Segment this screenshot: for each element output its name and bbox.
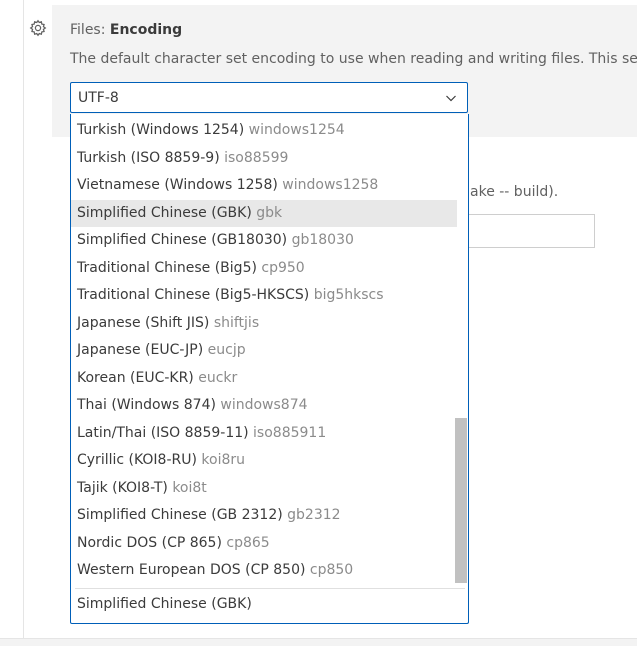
option-label: Cyrillic (KOI8-RU): [77, 452, 202, 468]
dropdown-footer-selected: Simplified Chinese (GBK): [77, 596, 252, 612]
editor-left-border: [23, 0, 24, 645]
option-code: koi8t: [172, 479, 207, 496]
dropdown-scrollbar-thumb[interactable]: [455, 418, 467, 583]
dropdown-option[interactable]: Thai (Windows 874) windows874: [71, 392, 457, 420]
option-code: iso885911: [253, 424, 327, 441]
option-code: cp950: [261, 259, 305, 276]
dropdown-option[interactable]: Turkish (Windows 1254) windows1254: [71, 117, 457, 145]
background-setting-input[interactable]: [466, 214, 595, 248]
option-code: euckr: [198, 369, 238, 386]
option-code: gbk: [256, 204, 283, 221]
option-label: Vietnamese (Windows 1258): [77, 177, 283, 193]
option-code: shiftjis: [213, 314, 260, 331]
setting-description: The default character set encoding to us…: [70, 51, 637, 67]
encoding-select[interactable]: UTF-8: [70, 82, 468, 113]
chevron-down-icon: [446, 95, 456, 102]
setting-title: Files: Encoding: [70, 22, 182, 38]
option-code: windows1254: [248, 122, 345, 138]
dropdown-option[interactable]: Simplified Chinese (GBK) gbk: [71, 199, 457, 227]
option-code: gb2312: [287, 507, 341, 523]
gear-icon[interactable]: [29, 19, 47, 37]
option-label: Traditional Chinese (Big5-HKSCS): [77, 287, 314, 303]
option-list: Turkish (Windows 1254) windows1254 Turkis…: [71, 117, 457, 585]
dropdown-option[interactable]: Traditional Chinese (Big5-HKSCS) big5hks…: [71, 282, 457, 310]
dropdown-option[interactable]: Nordic DOS (CP 865) cp865: [71, 530, 457, 558]
option-label: Tajik (KOI8-T): [77, 479, 173, 496]
option-code: iso88599: [224, 149, 289, 166]
dropdown-option[interactable]: Tajik (KOI8-T) koi8t: [71, 475, 457, 503]
option-label: Simplified Chinese (GB18030): [77, 232, 292, 248]
option-code: big5hkscs: [313, 287, 384, 303]
setting-category: Files:: [70, 22, 110, 38]
setting-name: Encoding: [109, 22, 183, 38]
dropdown-footer-divider: [75, 588, 465, 589]
dropdown-option[interactable]: Japanese (EUC-JP) eucjp: [71, 337, 457, 365]
dropdown-option[interactable]: Western European DOS (CP 850) cp850: [71, 557, 457, 585]
option-code: cp865: [226, 534, 270, 551]
option-label: Japanese (EUC-JP): [77, 342, 208, 358]
option-code: koi8ru: [201, 452, 246, 468]
option-label: Latin/Thai (ISO 8859-11): [77, 424, 254, 441]
dropdown-option[interactable]: Vietnamese (Windows 1258) windows1258: [71, 172, 457, 200]
option-label: Simplified Chinese (GBK): [77, 204, 257, 221]
option-label: Traditional Chinese (Big5): [77, 259, 262, 276]
option-code: eucjp: [207, 342, 246, 358]
dropdown-option[interactable]: Simplified Chinese (GB 2312) gb2312: [71, 502, 457, 530]
option-label: Nordic DOS (CP 865): [77, 534, 227, 551]
option-label: Thai (Windows 874): [77, 397, 221, 413]
option-label: Western European DOS (CP 850): [77, 562, 310, 578]
dropdown-option[interactable]: Traditional Chinese (Big5) cp950: [71, 255, 457, 283]
option-label: Turkish (ISO 8859-9): [77, 149, 225, 166]
dropdown-option[interactable]: Simplified Chinese (GB18030) gb18030: [71, 227, 457, 255]
option-label: Turkish (Windows 1254): [77, 122, 249, 138]
option-code: windows874: [220, 397, 308, 413]
dropdown-option[interactable]: Turkish (ISO 8859-9) iso88599: [71, 145, 457, 173]
option-code: cp850: [309, 562, 354, 578]
encoding-dropdown-list: Turkish (Windows 1254) windows1254 Turkis…: [70, 114, 469, 624]
dropdown-option[interactable]: Japanese (Shift JIS) shiftjis: [71, 310, 457, 338]
dropdown-option[interactable]: Cyrillic (KOI8-RU) koi8ru: [71, 447, 457, 475]
dropdown-option[interactable]: Korean (EUC-KR) euckr: [71, 365, 457, 393]
option-label: Simplified Chinese (GB 2312): [77, 507, 288, 523]
option-code: windows1258: [282, 177, 379, 193]
option-label: Korean (EUC-KR): [77, 369, 199, 386]
option-code: gb18030: [291, 232, 354, 248]
background-setting-text: ake -- build).: [470, 184, 559, 200]
option-label: Japanese (Shift JIS): [77, 314, 214, 331]
dropdown-option[interactable]: Latin/Thai (ISO 8859-11) iso885911: [71, 420, 457, 448]
encoding-select-value: UTF-8: [78, 90, 119, 106]
